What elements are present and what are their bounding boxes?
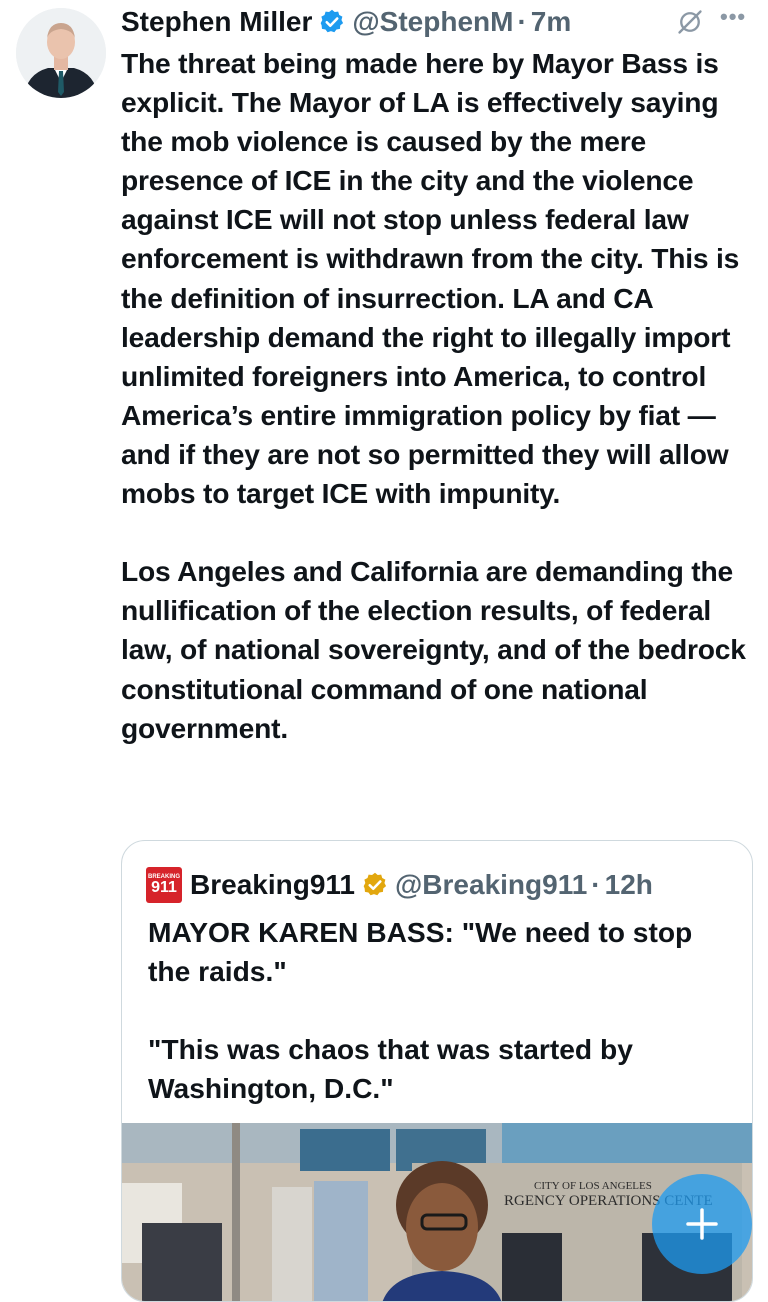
plus-icon [686,1208,718,1240]
quoted-tweet-text: MAYOR KAREN BASS: "We need to stop the r… [148,916,693,1105]
quoted-author-handle[interactable]: @Breaking911 [395,869,587,901]
quoted-author-name[interactable]: Breaking911 [190,869,355,901]
tweet-header: Stephen Miller @StephenM · 7m [121,4,752,40]
logo-text: 911 [151,879,177,896]
grok-icon[interactable] [676,8,704,36]
quoted-timestamp[interactable]: 12h [605,869,653,901]
tweet-timestamp[interactable]: 7m [531,6,571,38]
separator-dot: · [517,6,527,37]
breaking911-logo-icon: BREAKING 911 [146,867,182,903]
verified-badge-icon [321,9,344,33]
sign-line-1: CITY OF LOS ANGELES [534,1180,652,1192]
compose-button[interactable] [652,1174,752,1274]
quoted-tweet-header: BREAKING 911 Breaking911 @Breaking911 · … [146,867,653,903]
author-name[interactable]: Stephen Miller [121,6,312,38]
quoted-separator-dot: · [591,869,601,900]
tweet-text: The threat being made here by Mayor Bass… [121,47,746,744]
author-avatar[interactable] [16,8,106,98]
gold-verified-badge-icon [363,872,387,896]
more-icon[interactable]: ••• [720,4,746,30]
avatar-image [16,8,106,98]
author-handle[interactable]: @StephenM [352,6,513,38]
